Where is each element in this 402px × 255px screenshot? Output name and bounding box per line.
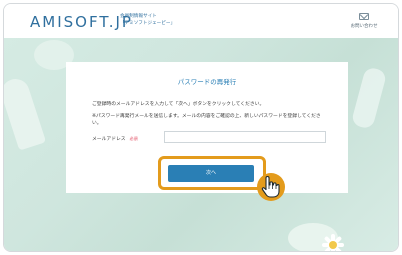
tagline-line2: 「アミソフトジェーピー」 [120,21,176,26]
site-header: AMISOFT.JP 会員制情報サイト 「アミソフトジェーピー」 お問い合わせ [4,4,398,38]
browser-frame: AMISOFT.JP 会員制情報サイト 「アミソフトジェーピー」 お問い合わせ … [3,3,399,252]
required-badge: 必須 [129,136,138,141]
site-logo[interactable]: AMISOFT.JP [30,13,133,31]
site-tagline: 会員制情報サイト 「アミソフトジェーピー」 [120,13,175,27]
contact-label: お問い合わせ [350,24,378,29]
tagline-line1: 会員制情報サイト [120,14,157,19]
email-label: メールアドレス 必須 [92,135,138,142]
tube-decoration [350,66,388,130]
pointing-hand-icon [257,173,285,201]
email-label-text: メールアドレス [92,137,126,142]
contact-link[interactable]: お問い合わせ [344,13,384,29]
cosmetic-bottle-decoration [4,75,47,151]
page-title: パスワードの再発行 [177,78,237,86]
mail-icon [359,13,369,20]
email-field[interactable] [164,131,326,143]
instruction-text: ご登録時のメールアドレスを入力して「次へ」ボタンをクリックしてください。 [92,102,265,107]
notice-text: ※パスワード再発行メールを送信します。メールの内容をご確認の上、新しいパスワード… [92,114,321,126]
daisy-flower-decoration [322,234,344,251]
next-button[interactable]: 次へ [168,165,254,182]
